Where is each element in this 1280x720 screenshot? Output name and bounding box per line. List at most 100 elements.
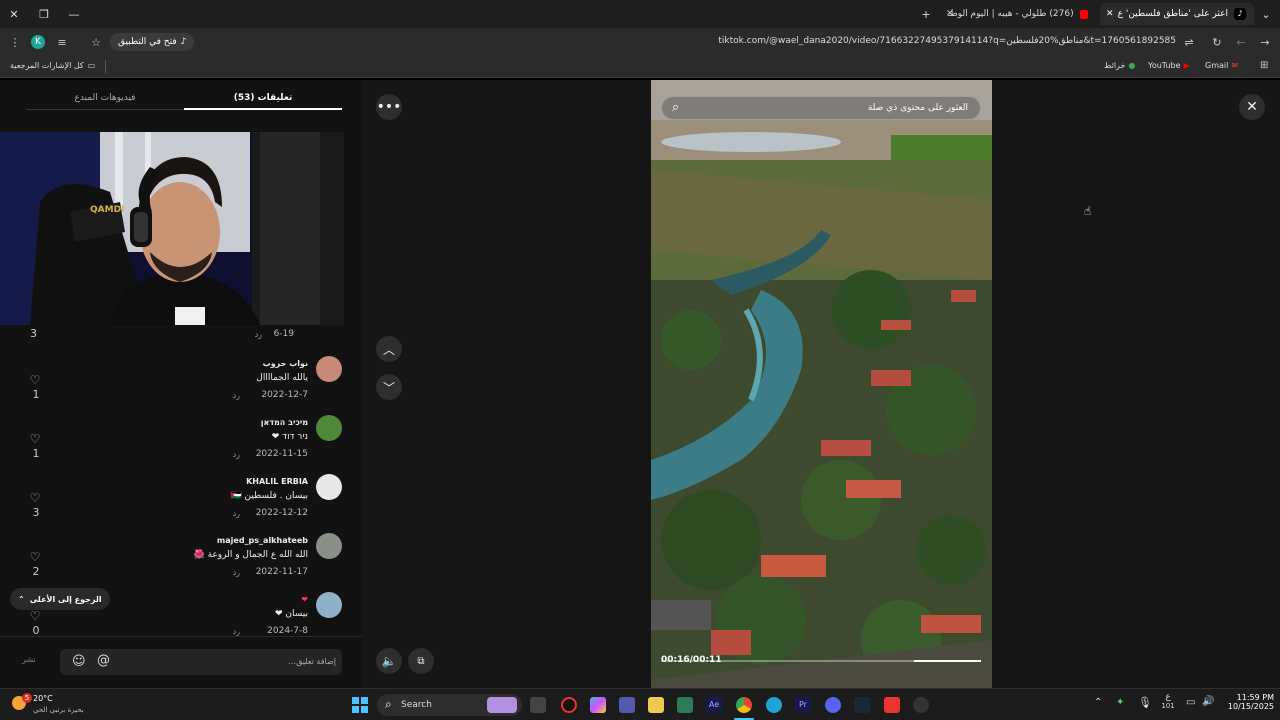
comment-date: 2022-12-12 <box>255 508 308 518</box>
related-search-bar[interactable]: ⌕ العثور على محتوى ذي صلة <box>661 96 981 120</box>
chrome-icon[interactable] <box>736 697 752 713</box>
tab-bar: ✕ ❐ — + (276) طلولي - هيبه | اليوم الوطـ… <box>0 0 1280 28</box>
back-to-top-button[interactable]: الرجوع إلى الأعلى ⌃ <box>10 588 110 610</box>
heart-icon[interactable]: ♡ <box>28 609 42 623</box>
comment-text: يالله الجماااال <box>256 373 308 383</box>
heart-icon[interactable]: ♡ <box>28 550 42 564</box>
comment-input[interactable]: إضافة تعليق... ☺ @ <box>60 649 342 675</box>
picture-in-picture-button[interactable]: ⧉ <box>408 648 434 674</box>
close-video-button[interactable]: ✕ <box>1239 94 1265 120</box>
task-view-icon[interactable] <box>530 697 546 713</box>
commenter-avatar[interactable] <box>316 592 342 618</box>
back-icon[interactable]: → <box>1256 33 1274 51</box>
premiere-icon[interactable]: Pr <box>795 697 811 713</box>
teams-icon[interactable] <box>619 697 635 713</box>
divider <box>105 60 106 73</box>
bookmark-star-icon[interactable]: ☆ <box>87 33 105 51</box>
after-effects-icon[interactable]: Ae <box>706 697 722 713</box>
clock-time: 11:59 PM <box>1236 693 1274 702</box>
video-progress-fill <box>913 660 981 662</box>
emoji-icon[interactable]: ☺ <box>72 654 86 669</box>
close-window-icon[interactable]: ✕ <box>4 4 24 24</box>
reply-link[interactable]: رد <box>233 568 240 577</box>
edge-icon[interactable] <box>766 697 782 713</box>
close-tab-icon[interactable]: ✕ <box>946 9 954 19</box>
commenter-name[interactable]: מיכיב המדאן <box>261 418 308 427</box>
tab-comments[interactable]: تعليقات (53) <box>184 88 342 110</box>
taskbar-search[interactable]: ⌕ Search <box>377 694 522 716</box>
commenter-name[interactable]: نواب حروب <box>263 359 308 368</box>
youtube-icon: ▶ <box>1183 61 1190 70</box>
volume-button[interactable]: 🔈 <box>376 648 402 674</box>
clock[interactable]: 11:59 PM 10/15/2025 <box>1222 693 1274 711</box>
profile-avatar[interactable]: K <box>29 33 47 51</box>
clock-date: 10/15/2025 <box>1227 702 1274 711</box>
heart-icon[interactable]: ♡ <box>28 491 42 505</box>
commenter-name[interactable]: KHALIL ERBIA <box>246 477 308 486</box>
app-icon[interactable] <box>561 697 577 713</box>
copilot-icon[interactable] <box>590 697 606 713</box>
heart-icon[interactable]: ♡ <box>28 373 42 387</box>
new-tab-icon[interactable]: + <box>916 4 936 24</box>
reply-link[interactable]: رد <box>233 627 240 636</box>
post-button[interactable]: نشر <box>22 655 36 664</box>
app-icon[interactable] <box>884 697 900 713</box>
reading-list-icon[interactable]: ≡ <box>53 33 71 51</box>
windows-start-icon[interactable] <box>352 697 368 713</box>
address-bar[interactable]: tiktok.com/@wael_dana2020/video/71663227… <box>600 36 1176 46</box>
tab-tiktok[interactable]: ♪ اعثر على 'مناطق فلسطين' ع ✕ <box>1100 3 1254 25</box>
bookmark-youtube[interactable]: YouTube ▶ <box>1148 61 1190 70</box>
more-options-button[interactable]: ••• <box>376 94 402 120</box>
apps-grid-icon[interactable]: ⊞ <box>1260 60 1268 71</box>
tab-search-icon[interactable]: ⌄ <box>1256 4 1276 24</box>
commenter-avatar[interactable] <box>316 474 342 500</box>
forward-icon[interactable]: ← <box>1232 33 1250 51</box>
network-icon[interactable]: ▭ <box>1186 697 1195 708</box>
bookmark-label: YouTube <box>1148 61 1181 70</box>
tray-app-icon[interactable]: ✦ <box>1116 697 1124 708</box>
volume-icon[interactable]: 🔊 <box>1202 696 1214 707</box>
bookmark-gmail[interactable]: Gmail ✉ <box>1205 61 1238 70</box>
weather-widget[interactable]: 5 20°C بحيرة برتبي الحي <box>10 693 120 717</box>
aerial-village-video-frame <box>651 80 992 688</box>
language-indicator[interactable]: ع 101 <box>1160 692 1176 710</box>
tab-youtube[interactable]: (276) طلولي - هيبه | اليوم الوطـ ✕ <box>940 3 1096 25</box>
site-settings-icon[interactable]: ⇌ <box>1180 33 1198 51</box>
heart-icon[interactable]: ♡ <box>28 432 42 446</box>
like-count: 3 <box>32 506 40 519</box>
discord-icon[interactable] <box>825 697 841 713</box>
tab-title: اعثر على 'مناطق فلسطين' ع <box>1117 9 1228 19</box>
svg-text:QAMDI: QAMDI <box>90 205 124 215</box>
menu-dots-icon[interactable]: ⋮ <box>6 33 24 51</box>
settings-icon[interactable] <box>913 697 929 713</box>
commenter-name[interactable]: majed_ps_alkhateeb <box>217 536 308 545</box>
minimize-window-icon[interactable]: — <box>64 4 84 24</box>
reply-link[interactable]: رد <box>233 391 240 400</box>
close-tab-icon[interactable]: ✕ <box>1106 9 1114 19</box>
reply-link[interactable]: رد <box>233 450 240 459</box>
app-icon[interactable] <box>677 697 693 713</box>
restore-window-icon[interactable]: ❐ <box>34 4 54 24</box>
profile-initial: K <box>31 35 45 49</box>
file-explorer-icon[interactable] <box>648 697 664 713</box>
steam-icon[interactable] <box>854 697 870 713</box>
show-hidden-icons-icon[interactable]: ⌃ <box>1094 697 1102 708</box>
reply-link[interactable]: رد <box>233 509 240 518</box>
commenter-avatar[interactable] <box>316 415 342 441</box>
reply-link[interactable]: رد <box>255 330 262 339</box>
tab-creator-videos[interactable]: فيديوهات المبدع <box>26 88 184 110</box>
commenter-avatar[interactable] <box>316 533 342 559</box>
previous-video-button[interactable]: ︿ <box>376 336 402 362</box>
video-progress-bar[interactable] <box>661 660 981 662</box>
microphone-icon[interactable]: 🎙 <box>1138 696 1152 709</box>
open-in-app-button[interactable]: ♪ فتح في التطبيق <box>110 33 195 51</box>
taskbar-search-placeholder: Search <box>401 700 432 710</box>
bookmark-maps[interactable]: خرائط ● <box>1104 61 1135 70</box>
next-video-button[interactable]: ﹀ <box>376 374 402 400</box>
all-bookmarks[interactable]: ▭ كل الإشارات المرجعية <box>10 61 95 70</box>
commenter-avatar[interactable] <box>316 356 342 382</box>
video-player[interactable]: ⌕ العثور على محتوى ذي صلة 00:16/00:11 <box>651 80 992 688</box>
reload-icon[interactable]: ↻ <box>1208 33 1226 51</box>
mention-icon[interactable]: @ <box>97 653 110 668</box>
commenter-name[interactable]: ❤ <box>301 595 308 604</box>
